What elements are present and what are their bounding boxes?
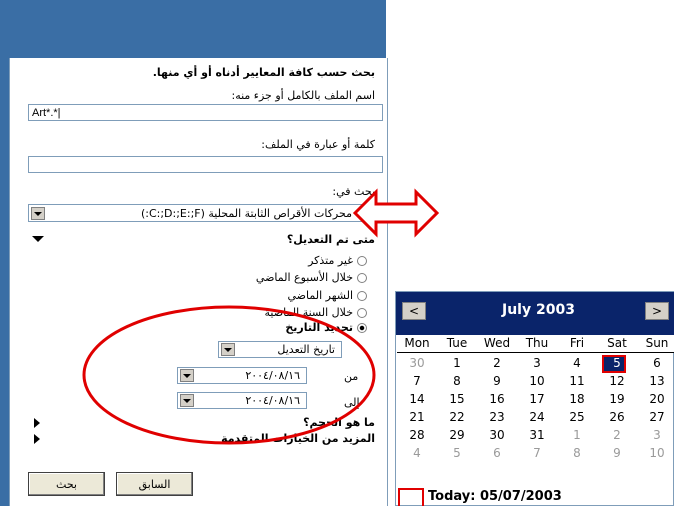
- calendar-day[interactable]: 8: [437, 374, 477, 392]
- calendar-grid: 30 1 2 3 4 5 6 7 8 9 10 11 12 13 14 15 1…: [397, 356, 674, 464]
- weekday-label: Wed: [483, 336, 511, 350]
- calendar-day[interactable]: 30: [477, 428, 517, 446]
- week-row: 28 29 30 31 1 2 3: [397, 428, 674, 446]
- calendar-day[interactable]: 11: [557, 374, 597, 392]
- calendar-day[interactable]: 29: [437, 428, 477, 446]
- today-link[interactable]: Today: 05/07/2003: [428, 489, 562, 504]
- calendar-day[interactable]: 26: [597, 410, 637, 428]
- calendar-day[interactable]: 31: [517, 428, 557, 446]
- calendar-day[interactable]: 18: [557, 392, 597, 410]
- calendar-day[interactable]: 16: [477, 392, 517, 410]
- calendar-day[interactable]: 28: [397, 428, 437, 446]
- calendar-day[interactable]: 24: [517, 410, 557, 428]
- calendar-day[interactable]: 1: [557, 428, 597, 446]
- calendar-day[interactable]: 14: [397, 392, 437, 410]
- weekday-label: Mon: [404, 336, 430, 350]
- calendar-day[interactable]: 6: [637, 356, 674, 374]
- calendar-day[interactable]: 7: [517, 446, 557, 464]
- weekday-label: Thu: [525, 336, 549, 350]
- calendar-day[interactable]: 9: [477, 374, 517, 392]
- calendar-day[interactable]: 21: [397, 410, 437, 428]
- weekday-label: Sun: [645, 336, 669, 350]
- weekday-label: Tue: [446, 336, 468, 350]
- next-month-icon[interactable]: >: [645, 302, 669, 320]
- calendar-day[interactable]: 7: [397, 374, 437, 392]
- calendar-day[interactable]: 22: [437, 410, 477, 428]
- double-arrow-annotation: [352, 188, 440, 238]
- calendar-day[interactable]: 3: [637, 428, 674, 446]
- calendar-day[interactable]: 25: [557, 410, 597, 428]
- calendar-day[interactable]: 2: [477, 356, 517, 374]
- calendar-day[interactable]: 8: [557, 446, 597, 464]
- calendar-day[interactable]: 12: [597, 374, 637, 392]
- calendar-day[interactable]: 1: [437, 356, 477, 374]
- calendar-day[interactable]: 20: [637, 392, 674, 410]
- calendar-day[interactable]: 13: [637, 374, 674, 392]
- red-ellipse-annotation: [82, 305, 376, 445]
- calendar-day[interactable]: 4: [557, 356, 597, 374]
- calendar-day[interactable]: 27: [637, 410, 674, 428]
- calendar-day-selected[interactable]: 5: [597, 356, 637, 374]
- calendar-day[interactable]: 17: [517, 392, 557, 410]
- calendar-day[interactable]: 23: [477, 410, 517, 428]
- week-row: 4 5 6 7 8 9 10: [397, 446, 674, 464]
- calendar-day[interactable]: 10: [637, 446, 674, 464]
- calendar-day[interactable]: 30: [397, 356, 437, 374]
- week-row: 21 22 23 24 25 26 27: [397, 410, 674, 428]
- weekday-label: Sat: [607, 336, 627, 350]
- calendar-day[interactable]: 6: [477, 446, 517, 464]
- calendar-day[interactable]: 5: [437, 446, 477, 464]
- calendar-day[interactable]: 9: [597, 446, 637, 464]
- calendar-day[interactable]: 4: [397, 446, 437, 464]
- calendar-day[interactable]: 3: [517, 356, 557, 374]
- calendar-day[interactable]: 19: [597, 392, 637, 410]
- calendar-title: July 2003: [502, 302, 575, 318]
- weekday-header: Mon Tue Wed Thu Fri Sat Sun: [397, 336, 674, 350]
- weekday-label: Fri: [569, 336, 585, 350]
- prev-month-icon[interactable]: <: [402, 302, 426, 320]
- today-marker-icon: [398, 488, 424, 506]
- week-row: 14 15 16 17 18 19 20: [397, 392, 674, 410]
- week-row: 7 8 9 10 11 12 13: [397, 374, 674, 392]
- calendar-day[interactable]: 15: [437, 392, 477, 410]
- week-row: 30 1 2 3 4 5 6: [397, 356, 674, 374]
- calendar-day[interactable]: 10: [517, 374, 557, 392]
- calendar-day[interactable]: 2: [597, 428, 637, 446]
